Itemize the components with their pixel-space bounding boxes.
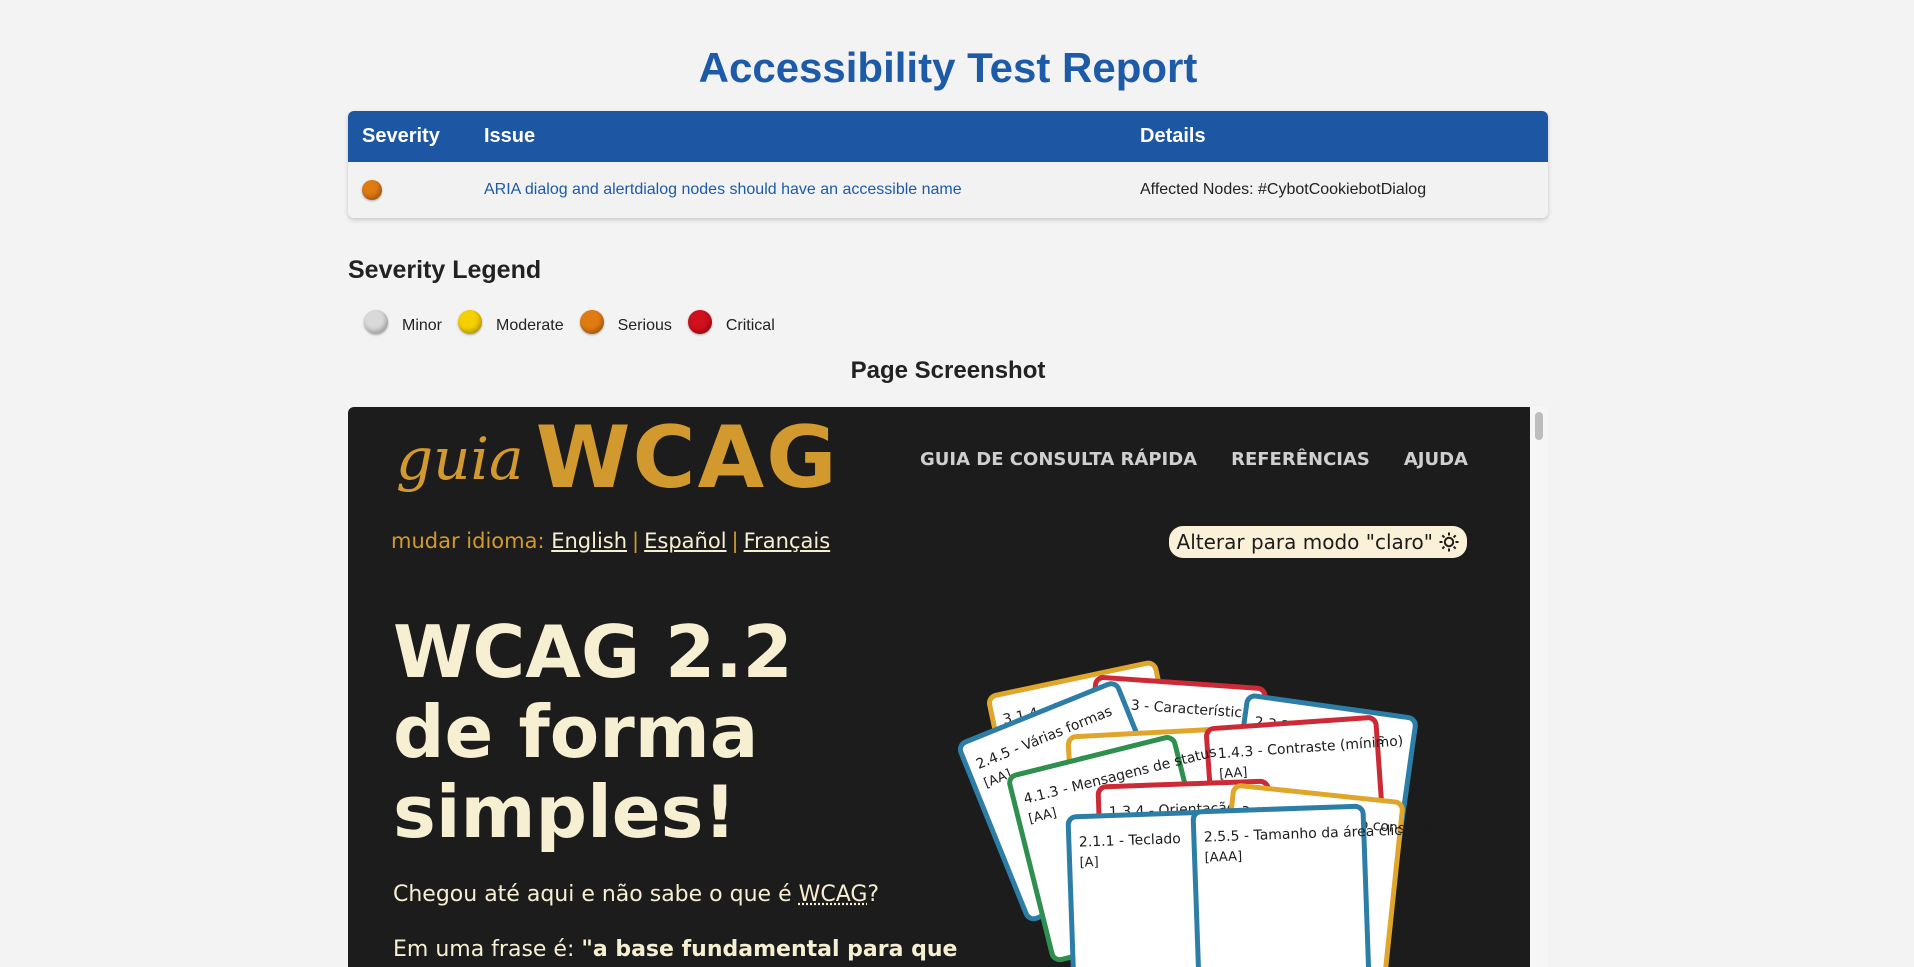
hero-line: de forma — [393, 690, 759, 774]
hero-line: simples! — [393, 770, 737, 854]
details-cell: Affected Nodes: #CybotCookiebotDialog — [1140, 181, 1427, 198]
intro2-quote: "a base fundamental para que — [581, 937, 958, 962]
language-french: Français — [743, 529, 831, 553]
issue-link[interactable]: ARIA dialog and alertdialog nodes should… — [484, 181, 962, 198]
minor-severity-icon — [364, 310, 388, 334]
nav-item-quick-guide: GUIA DE CONSULTA RÁPIDA — [920, 449, 1198, 470]
serious-severity-icon — [362, 180, 382, 200]
logo-wcag-text: WCAG — [535, 408, 839, 508]
language-switcher: mudar idioma: English | Español | Français — [391, 529, 831, 553]
page-screenshot: guia WCAG GUIA DE CONSULTA RÁPIDA REFERÊ… — [348, 407, 1530, 967]
issue-cell: ARIA dialog and alertdialog nodes should… — [484, 181, 1140, 199]
intro-suffix: ? — [867, 882, 880, 907]
issues-table: Severity Issue Details ARIA dialog and a… — [348, 111, 1548, 218]
intro2-prefix: Em uma frase é: — [393, 937, 582, 962]
table-header: Severity Issue Details — [348, 111, 1548, 162]
legend-title: Severity Legend — [348, 256, 542, 284]
critical-severity-icon — [687, 310, 712, 334]
wcag-card-level: [A] — [1079, 855, 1099, 871]
language-spanish: Español — [644, 529, 727, 553]
language-label: mudar idioma: — [391, 529, 545, 553]
legend-label-moderate: Moderate — [496, 317, 564, 334]
nav-item-references: REFERÊNCIAS — [1231, 449, 1370, 470]
wcag-card-level: [AAA] — [1204, 849, 1242, 865]
legend-label-serious: Serious — [617, 317, 672, 334]
moderate-severity-icon — [458, 310, 483, 334]
logo-guia-text: guia — [396, 425, 524, 493]
scrollbar-thumb[interactable] — [1535, 412, 1543, 440]
nav-item-help: AJUDA — [1403, 449, 1468, 470]
wcag-card: 2.5.5 - Tamanho da área clicável[AAA] — [1190, 803, 1432, 967]
header-details: Details — [1140, 125, 1206, 147]
severity-legend: Minor Moderate Serious Critical — [364, 310, 791, 334]
wcag-abbr: WCAG — [798, 882, 868, 907]
serious-severity-icon — [579, 310, 604, 334]
sun-icon — [1439, 532, 1459, 552]
hero-heading: WCAG 2.2 de forma simples! — [393, 612, 793, 852]
legend-label-minor: Minor — [402, 317, 443, 334]
guiawcag-logo: guia WCAG — [396, 412, 839, 504]
table-row: ARIA dialog and alertdialog nodes should… — [348, 162, 1548, 218]
header-severity: Severity — [362, 125, 440, 147]
screenshot-title: Page Screenshot — [850, 357, 1046, 384]
site-nav: GUIA DE CONSULTA RÁPIDA REFERÊNCIAS AJUD… — [920, 449, 1468, 470]
screenshot-scrollbar[interactable] — [1530, 407, 1548, 967]
report-container: Accessibility Test Report Severity Issue… — [348, 0, 1548, 967]
severity-cell — [348, 180, 484, 200]
intro-definition: Em uma frase é: "a base fundamental para… — [393, 937, 957, 962]
page-title: Accessibility Test Report — [698, 44, 1198, 91]
legend-label-critical: Critical — [725, 317, 775, 334]
wcag-cards-illustration: 3.1.4 - Abreviações[AAA]1.3.3 - Caracter… — [957, 660, 1454, 967]
light-mode-button: Alterar para modo "claro" — [1168, 526, 1467, 558]
mode-button-label: Alterar para modo "claro" — [1176, 530, 1433, 554]
header-issue: Issue — [484, 125, 536, 147]
intro-prefix: Chegou até aqui e não sabe o que é — [393, 882, 799, 907]
language-english: English — [551, 529, 628, 553]
intro-text: Chegou até aqui e não sabe o que é WCAG? — [393, 882, 879, 907]
hero-line: WCAG 2.2 — [393, 610, 793, 694]
